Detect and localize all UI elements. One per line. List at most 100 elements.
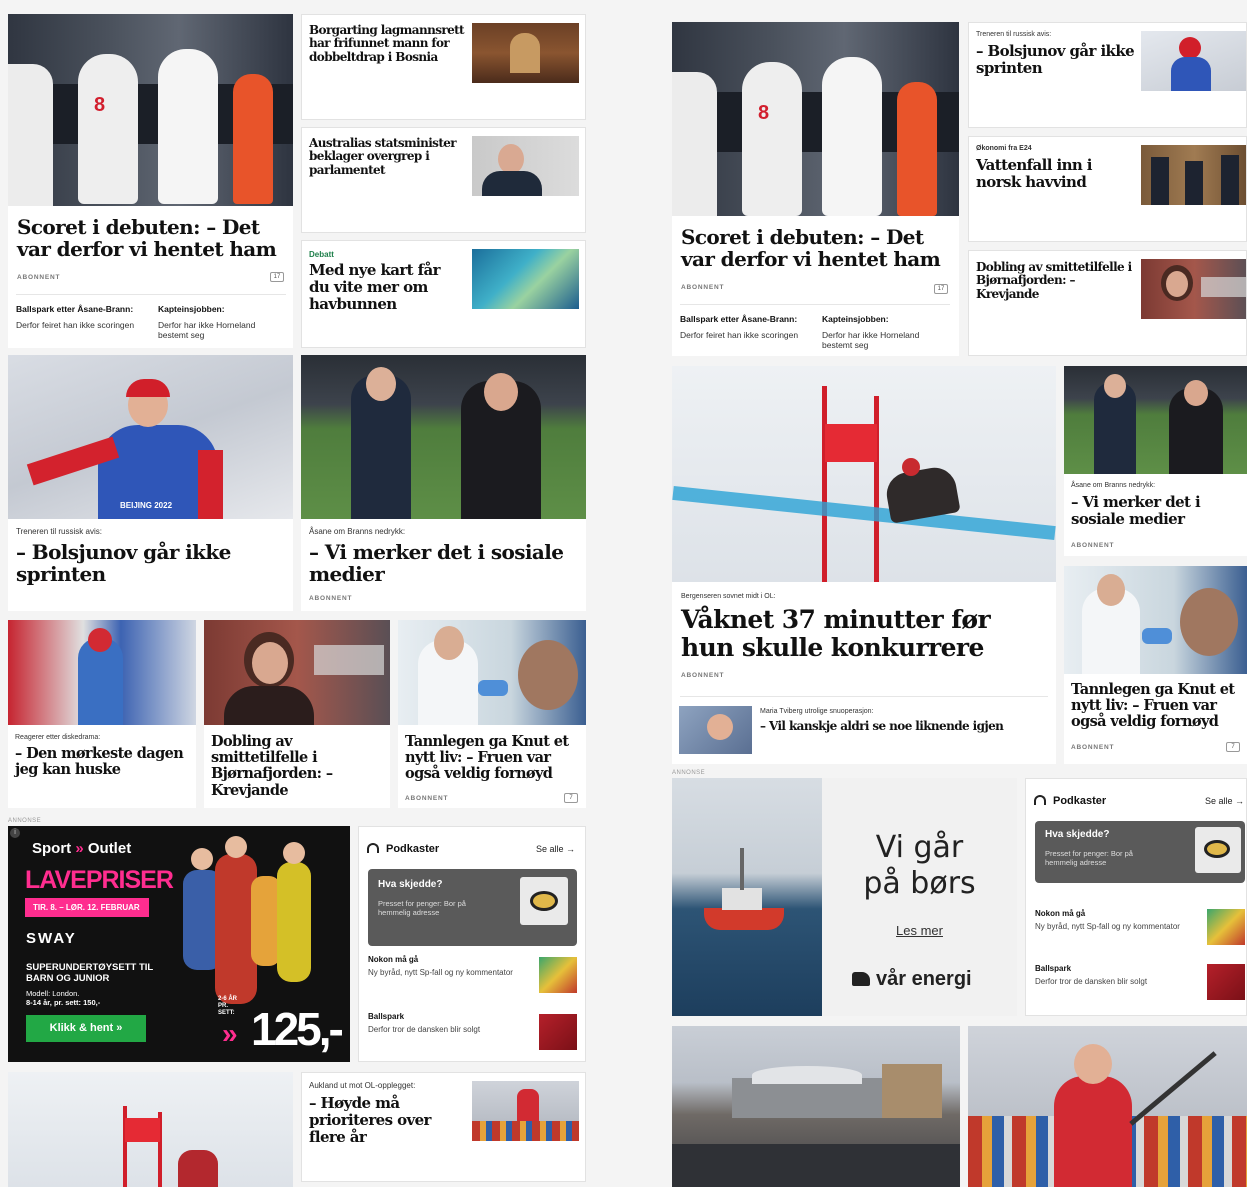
see-all-link[interactable]: Se alle → bbox=[536, 844, 575, 854]
smitte-article[interactable]: Dobling av smittetilfelle i Bjørnafjorde… bbox=[204, 620, 390, 808]
featured-title: Hva skjedde? bbox=[378, 879, 443, 890]
headline: – Vi merker det i sosiale medier bbox=[1071, 493, 1201, 528]
ad-info-icon[interactable]: i bbox=[10, 828, 20, 838]
hero-article[interactable]: 8 Scoret i debuten: – Det var derfor vi … bbox=[8, 14, 293, 348]
left-screenshot: 8 Scoret i debuten: – Det var derfor vi … bbox=[0, 0, 600, 1187]
eye-cover-image bbox=[1195, 827, 1241, 873]
row-text: Ny byråd, nytt Sp-fall og ny kommentator bbox=[1035, 922, 1180, 931]
sub-headline[interactable]: – Vil kanskje aldri se noe liknende igje… bbox=[760, 719, 1004, 733]
podcast-row-1[interactable]: Nokon må gå Ny byråd, nytt Sp-fall og ny… bbox=[368, 955, 577, 995]
ad-dates: TIR. 8. – LØR. 12. FEBRUAR bbox=[25, 898, 149, 917]
headline: – Høyde må prioriteres over flere år bbox=[309, 1094, 431, 1146]
hero-sublink-2[interactable]: Kapteinsjobben: Derfor har ikke Hornelan… bbox=[822, 314, 950, 350]
side-article-1[interactable]: Borgarting lagmannsrett har frifunnet ma… bbox=[301, 14, 586, 120]
sublink-text: Derfor feiret han ikke scoringen bbox=[680, 330, 799, 340]
hero-tag: ABONNENT bbox=[17, 274, 61, 281]
kicker: Økonomi fra E24 bbox=[976, 145, 1032, 152]
kicker: Treneren til russisk avis: bbox=[16, 527, 102, 536]
podcast-widget: Podkaster Se alle → Hva skjedde? Presset… bbox=[1025, 778, 1247, 1016]
harbour-article[interactable] bbox=[672, 1026, 960, 1187]
headline: Våknet 37 minutter før hun skulle konkur… bbox=[681, 605, 991, 662]
hero-sublink-2[interactable]: Kapteinsjobben: Derfor har ikke Hornelan… bbox=[158, 304, 286, 340]
stadium-image bbox=[1064, 366, 1247, 474]
ad-brand: Sport » Outlet bbox=[32, 840, 132, 857]
side-article-1[interactable]: Treneren til russisk avis: – Bolsjunov g… bbox=[968, 22, 1247, 128]
olympic-feature-article[interactable]: Bergenseren sovnet midt i OL: Våknet 37 … bbox=[672, 366, 1056, 764]
ad-price-arrows: » bbox=[222, 1018, 237, 1049]
side-headline: Australias statsminister beklager overgr… bbox=[309, 136, 457, 177]
bib-text: BEIJING 2022 bbox=[120, 501, 173, 510]
ol-skier-article[interactable] bbox=[8, 1072, 293, 1187]
brand-part1: Sport bbox=[32, 840, 72, 857]
debatt-label: Debatt bbox=[309, 250, 334, 259]
sublink-title: Kapteinsjobben: bbox=[158, 304, 225, 314]
ad-click-button[interactable]: Klikk & hent » bbox=[26, 1015, 146, 1042]
side-article-2[interactable]: Økonomi fra E24 Vattenfall inn i norsk h… bbox=[968, 136, 1247, 242]
tag: ABONNENT bbox=[309, 595, 353, 602]
oil-platform-image bbox=[672, 778, 822, 1016]
sublink-title: Ballspark etter Åsane-Brann: bbox=[680, 314, 798, 324]
comment-count[interactable]: 7 bbox=[1226, 742, 1240, 752]
sublink-text: Derfor har ikke Horneland bestemt seg bbox=[158, 320, 256, 340]
disk-article[interactable]: Reagerer etter diskedrama: – Den mørkest… bbox=[8, 620, 196, 808]
ad-sway: SWAY bbox=[26, 930, 77, 947]
stadium-image bbox=[301, 355, 586, 519]
side-article-3[interactable]: Dobling av smittetilfelle i Bjørnafjorde… bbox=[968, 250, 1247, 356]
seabed-map-image bbox=[472, 249, 579, 309]
headline: – Den mørkeste dagen jeg kan huske bbox=[15, 745, 184, 779]
side-headline: Med nye kart får du vite mer om havbunne… bbox=[309, 261, 440, 313]
annonse-label: ANNONSE bbox=[8, 818, 42, 824]
woman-image bbox=[204, 620, 390, 725]
aukland-image bbox=[968, 1026, 1247, 1187]
podcast-row-1[interactable]: Nokon må gå Ny byråd, nytt Sp-fall og ny… bbox=[1035, 909, 1245, 949]
minister-image bbox=[472, 136, 579, 196]
hero-article[interactable]: 8 Scoret i debuten: – Det var derfor vi … bbox=[672, 22, 959, 356]
tannlege-article[interactable]: Tannlegen ga Knut et nytt liv: – Fruen v… bbox=[398, 620, 586, 808]
headline: – Bolsjunov går ikke sprinten bbox=[16, 540, 231, 587]
row-text: Ny byråd, nytt Sp-fall og ny kommentator bbox=[368, 968, 513, 977]
ad-line1: Vi går bbox=[875, 830, 964, 865]
side-article-2[interactable]: Australias statsminister beklager overgr… bbox=[301, 127, 586, 233]
kicker: Åsane om Branns nedrykk: bbox=[309, 527, 406, 536]
vattenfall-image bbox=[1141, 145, 1246, 205]
hero-sublink-1[interactable]: Ballspark etter Åsane-Brann: Derfor feir… bbox=[680, 314, 815, 340]
cover-image bbox=[1207, 909, 1245, 945]
headline: Dobling av smittetilfelle i Bjørnafjorde… bbox=[211, 733, 333, 799]
divider bbox=[680, 696, 1048, 697]
headline: Tannlegen ga Knut et nytt liv: – Fruen v… bbox=[405, 733, 569, 783]
tannlege-article[interactable]: Tannlegen ga Knut et nytt liv: – Fruen v… bbox=[1064, 566, 1247, 764]
brann-article[interactable]: Åsane om Branns nedrykk: – Vi merker det… bbox=[301, 355, 586, 611]
divider bbox=[680, 304, 950, 305]
var-energi-ad[interactable]: i Vi går på børs Les mer vår energi bbox=[672, 778, 1017, 1016]
woman-image bbox=[1141, 259, 1246, 319]
podcast-widget: Podkaster Se alle → Hva skjedde? Presset… bbox=[358, 826, 586, 1062]
podcast-featured[interactable]: Hva skjedde? Presset for penger: Bor på … bbox=[1035, 821, 1245, 883]
side-headline: – Bolsjunov går ikke sprinten bbox=[976, 42, 1135, 77]
podcast-featured[interactable]: Hva skjedde? Presset for penger: Bor på … bbox=[368, 869, 577, 946]
bolsjunov-article[interactable]: BEIJING 2022 Treneren til russisk avis: … bbox=[8, 355, 293, 611]
aukland-article[interactable] bbox=[968, 1026, 1247, 1187]
hero-image: 8 bbox=[672, 22, 959, 216]
dog-logo-icon bbox=[852, 972, 870, 986]
ad-model: Modell: London. bbox=[26, 989, 80, 998]
comment-count[interactable]: 17 bbox=[934, 284, 948, 294]
eye-cover-image bbox=[520, 877, 568, 925]
podcast-title: Podkaster bbox=[386, 843, 440, 855]
kicker: Treneren til russisk avis: bbox=[976, 31, 1052, 38]
podcast-row-2[interactable]: Ballspark Derfor tror de dansken blir so… bbox=[1035, 964, 1245, 1004]
sport-outlet-ad[interactable]: i Sport » Outlet LAVEPRISER TIR. 8. – LØ… bbox=[8, 826, 350, 1062]
see-all-link[interactable]: Se alle → bbox=[1205, 796, 1244, 806]
aukland-article[interactable]: Aukland ut mot OL-opplegget: – Høyde må … bbox=[301, 1072, 586, 1182]
sublink-title: Kapteinsjobben: bbox=[822, 314, 889, 324]
slalom-image bbox=[8, 1072, 293, 1187]
brann-article[interactable]: Åsane om Branns nedrykk: – Vi merker det… bbox=[1064, 366, 1247, 556]
headline: – Vi merker det i sosiale medier bbox=[309, 540, 564, 587]
tviberg-image bbox=[679, 706, 752, 754]
cover-image bbox=[1207, 964, 1245, 1000]
hero-sublink-1[interactable]: Ballspark etter Åsane-Brann: Derfor feir… bbox=[16, 304, 151, 330]
comment-count[interactable]: 7 bbox=[564, 793, 578, 803]
ad-read-more-link[interactable]: Les mer bbox=[822, 923, 1017, 938]
comment-count[interactable]: 17 bbox=[270, 272, 284, 282]
podcast-row-2[interactable]: Ballspark Derfor tror de dansken blir so… bbox=[368, 1012, 577, 1052]
side-article-3[interactable]: Debatt Med nye kart får du vite mer om h… bbox=[301, 240, 586, 348]
